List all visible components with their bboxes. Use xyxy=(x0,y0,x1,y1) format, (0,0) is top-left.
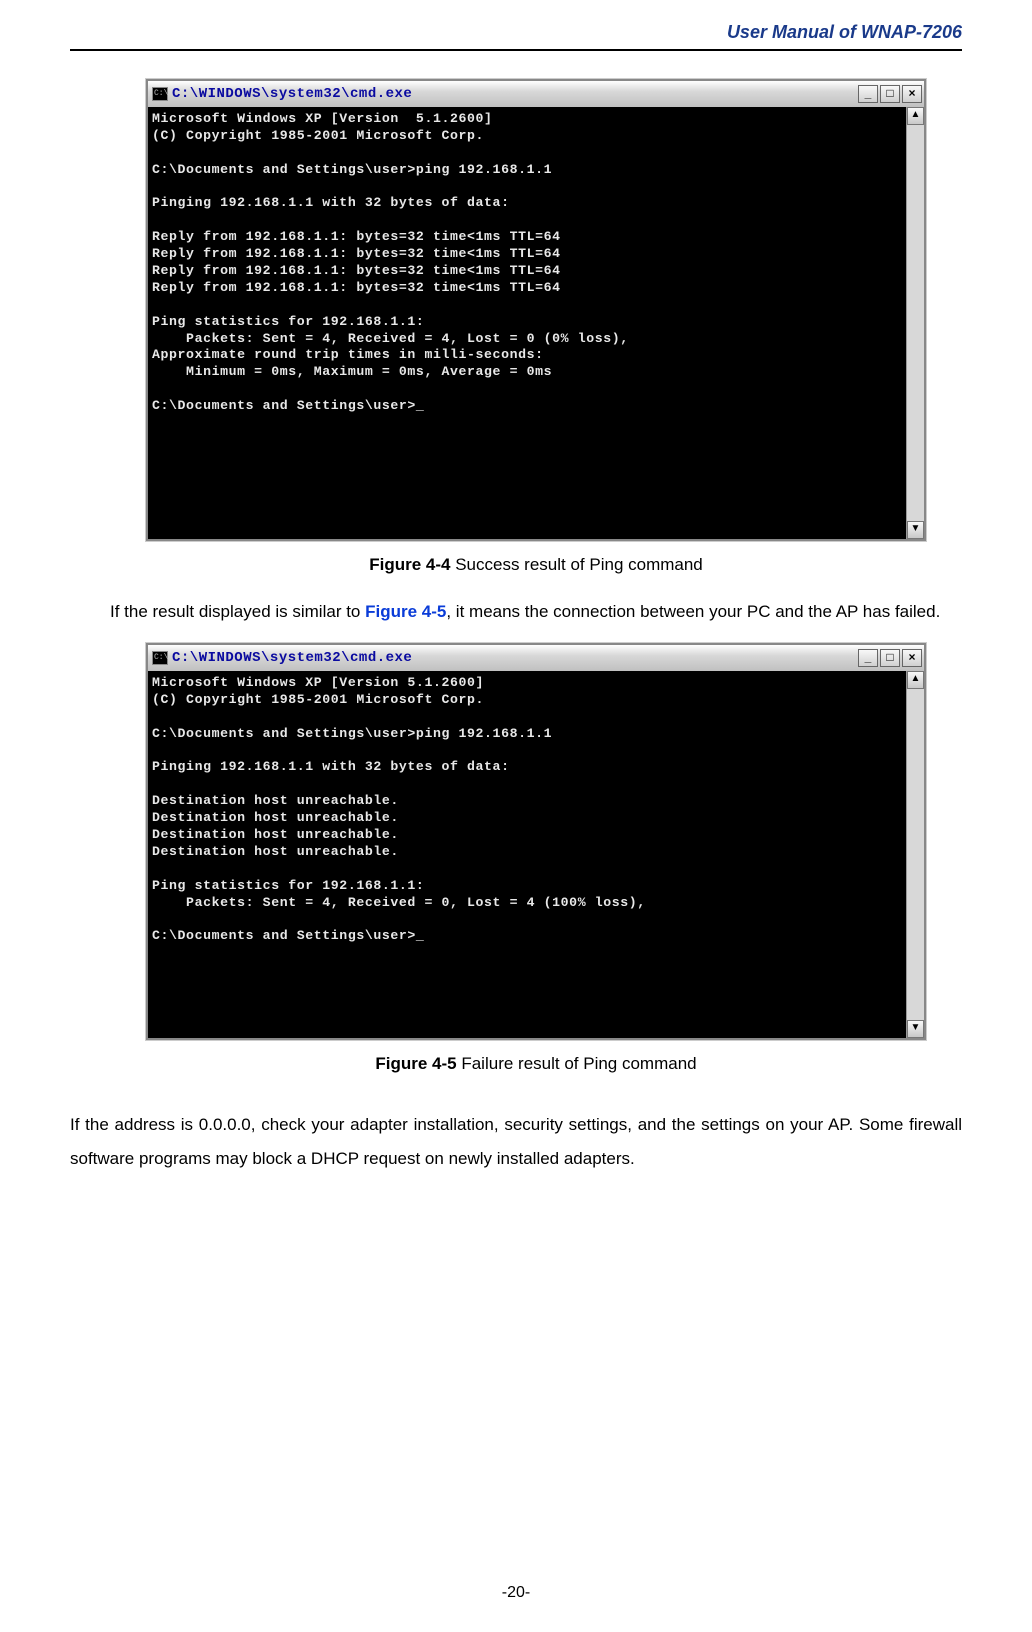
scroll-down-icon[interactable]: ▼ xyxy=(907,1020,924,1038)
scroll-up-icon[interactable]: ▲ xyxy=(907,107,924,125)
close-button[interactable]: × xyxy=(902,649,922,667)
figure-text: Failure result of Ping command xyxy=(457,1054,697,1073)
page-header: User Manual of WNAP-7206 xyxy=(70,22,962,51)
maximize-button[interactable]: □ xyxy=(880,85,900,103)
maximize-button[interactable]: □ xyxy=(880,649,900,667)
cmd-icon xyxy=(152,87,168,101)
scroll-down-icon[interactable]: ▼ xyxy=(907,521,924,539)
para-text: , it means the connection between your P… xyxy=(446,602,940,621)
figure-link[interactable]: Figure 4-5 xyxy=(365,602,446,621)
minimize-button[interactable]: _ xyxy=(858,85,878,103)
scrollbar[interactable]: ▲ ▼ xyxy=(906,107,924,539)
figure-text: Success result of Ping command xyxy=(450,555,702,574)
paragraph-intro-failure: If the result displayed is similar to Fi… xyxy=(110,595,962,629)
cmd-window-success: C:\WINDOWS\system32\cmd.exe _ □ × Micros… xyxy=(146,79,926,541)
figure-label: Figure 4-5 xyxy=(375,1054,456,1073)
cmd-titlebar: C:\WINDOWS\system32\cmd.exe _ □ × xyxy=(148,81,924,107)
scrollbar[interactable]: ▲ ▼ xyxy=(906,671,924,1038)
page-number: -20- xyxy=(0,1584,1032,1602)
figure-label: Figure 4-4 xyxy=(369,555,450,574)
para-text: If the result displayed is similar to xyxy=(110,602,365,621)
figure-caption-success: Figure 4-4 Success result of Ping comman… xyxy=(110,555,962,575)
cmd-icon xyxy=(152,651,168,665)
scroll-up-icon[interactable]: ▲ xyxy=(907,671,924,689)
cmd-output-failure: Microsoft Windows XP [Version 5.1.2600] … xyxy=(148,671,906,1038)
cmd-window-failure: C:\WINDOWS\system32\cmd.exe _ □ × Micros… xyxy=(146,643,926,1040)
minimize-button[interactable]: _ xyxy=(858,649,878,667)
cmd-window-title: C:\WINDOWS\system32\cmd.exe xyxy=(172,86,412,102)
close-button[interactable]: × xyxy=(902,85,922,103)
cmd-titlebar: C:\WINDOWS\system32\cmd.exe _ □ × xyxy=(148,645,924,671)
figure-caption-failure: Figure 4-5 Failure result of Ping comman… xyxy=(110,1054,962,1074)
cmd-output-success: Microsoft Windows XP [Version 5.1.2600] … xyxy=(148,107,906,539)
cmd-window-title: C:\WINDOWS\system32\cmd.exe xyxy=(172,650,412,666)
paragraph-address-check: If the address is 0.0.0.0, check your ad… xyxy=(70,1108,962,1176)
